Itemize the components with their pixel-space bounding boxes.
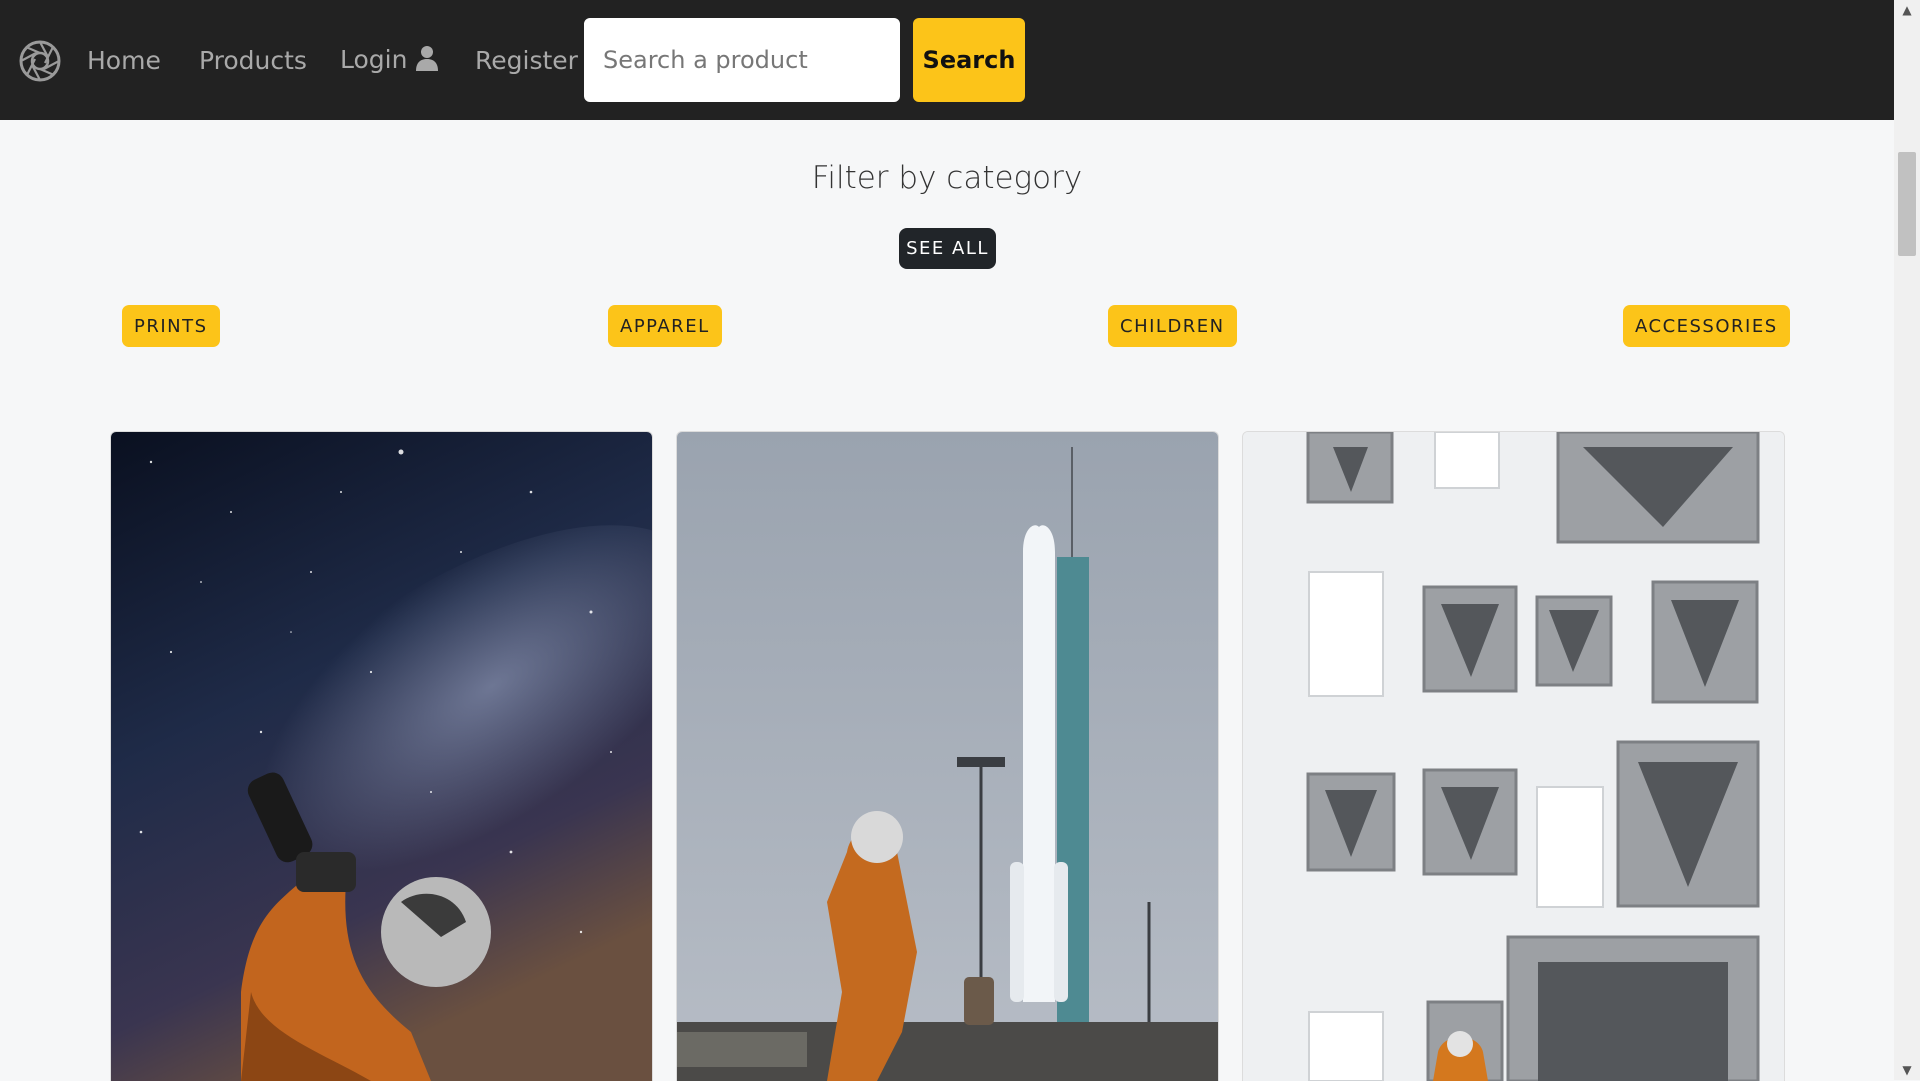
user-icon [416,46,439,71]
category-accessories-button[interactable]: ACCESSORIES [1623,305,1790,347]
scroll-down-arrow-icon[interactable]: ▼ [1894,1060,1920,1080]
scroll-thumb[interactable] [1898,152,1916,256]
filter-title: Filter by category [811,160,1083,196]
see-all-button[interactable]: SEE ALL [899,228,996,269]
nav-link-home[interactable]: Home [87,0,161,120]
top-navbar: Home Products Login Register Search [0,0,1894,120]
scroll-up-arrow-icon[interactable]: ▲ [1894,0,1920,20]
nav-link-register[interactable]: Register [475,0,578,120]
nav-link-login[interactable]: Login [340,0,439,120]
product-card[interactable] [676,431,1219,1081]
category-children-button[interactable]: CHILDREN [1108,305,1237,347]
product-image-astronaut-stars[interactable] [111,432,652,1081]
nav-link-products[interactable]: Products [199,0,307,120]
page-scrollbar[interactable]: ▲ ▼ [1894,0,1920,1080]
category-prints-button[interactable]: PRINTS [122,305,220,347]
search-input[interactable] [584,18,900,102]
nav-link-login-label: Login [340,45,408,74]
product-image-astronaut-chamber[interactable] [1243,432,1784,1081]
aperture-icon[interactable] [18,39,62,83]
product-card[interactable] [1242,431,1785,1081]
product-image-astronaut-rocket[interactable] [677,432,1218,1081]
search-button[interactable]: Search [913,18,1025,102]
product-card[interactable] [110,431,653,1081]
category-apparel-button[interactable]: APPAREL [608,305,722,347]
